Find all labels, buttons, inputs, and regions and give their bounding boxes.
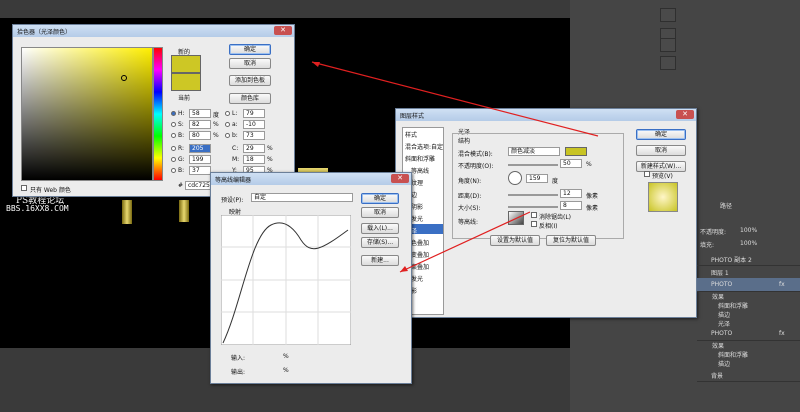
annotation-arrows bbox=[311, 61, 599, 273]
